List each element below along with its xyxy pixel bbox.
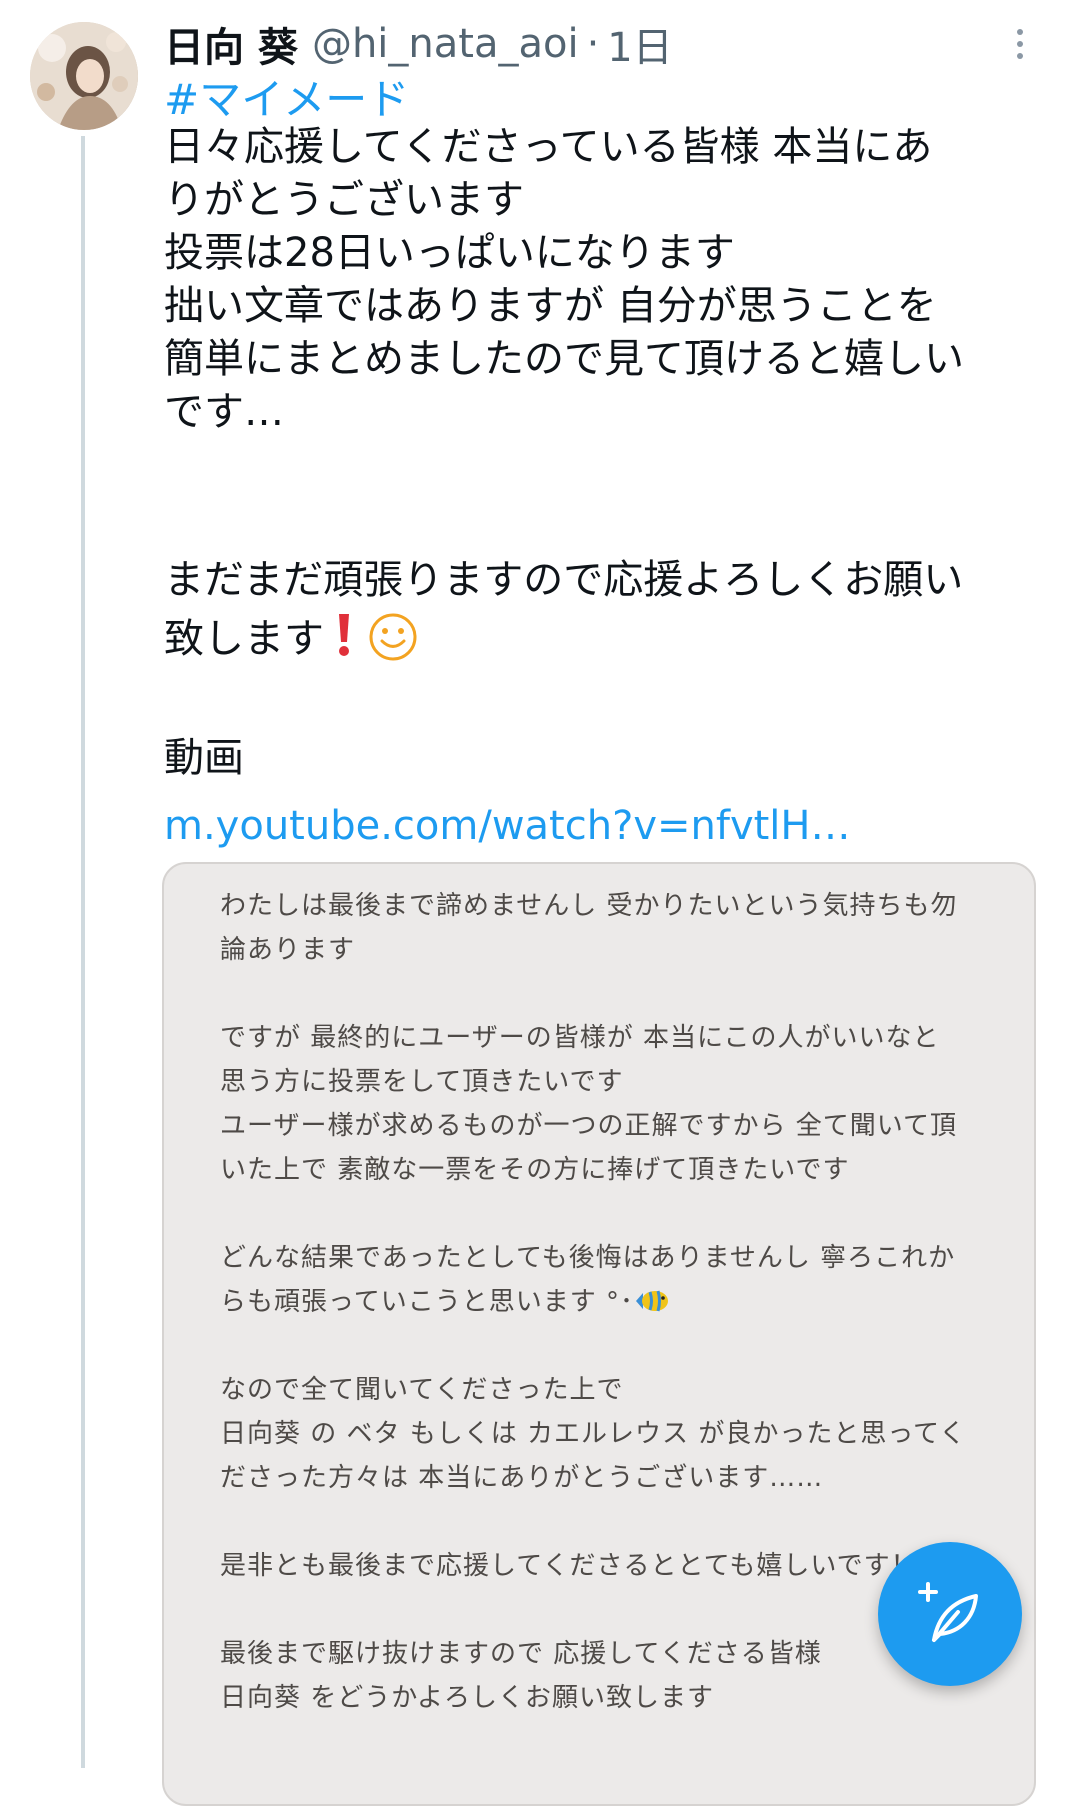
compose-tweet-button[interactable] [878, 1542, 1022, 1686]
image-text-line: 日向葵 の ベタ もしくは カエルレウス が良かったと思ってく [220, 1419, 967, 1449]
more-vertical-icon [1017, 29, 1023, 35]
avatar[interactable] [30, 22, 138, 130]
image-text-line: ださった方々は 本当にありがとうございます…… [220, 1463, 824, 1493]
image-text-fragment: らも頑張っていこうと思います °･ [220, 1287, 634, 1317]
tweet-text-line: りがとうございます [164, 177, 524, 223]
image-text-line: 是非とも最後まで応援してくださるととても嬉しいです！ [220, 1551, 918, 1581]
image-text-line: ユーザー様が求めるものが一つの正解ですから 全て聞いて頂 [220, 1111, 957, 1141]
tweet-text-line: 日々応援してくださっている皆様 本当にあ [164, 124, 933, 170]
more-options-button[interactable] [1000, 22, 1040, 66]
smiling-face-emoji-icon [369, 613, 417, 661]
image-text-line: いた上で 素敵な一票をその方に捧げて頂きたいです [220, 1155, 850, 1185]
more-vertical-icon-dot [1017, 41, 1023, 47]
more-vertical-icon-dot [1017, 53, 1023, 59]
tweet-timestamp[interactable]: 1日 [607, 15, 672, 73]
tweet-text-line: まだまだ頑張りますので応援よろしくお願い [164, 557, 964, 603]
tweet-text-line: 動画 [164, 735, 244, 781]
tweet-text-line: 簡単にまとめましたので見て頂けると嬉しい [164, 336, 964, 382]
image-text-line: 最後まで駆け抜けますので 応援してくださる皆様 [220, 1639, 822, 1669]
red-exclamation-emoji-icon [339, 614, 349, 656]
tweet-text-fragment: 致します [164, 616, 324, 662]
image-text-line: わたしは最後まで諦めませんし 受かりたいという気持ちも勿 [220, 891, 958, 921]
display-name[interactable]: 日向 葵 [164, 15, 298, 73]
image-text-line: 思う方に投票をして頂きたいです [220, 1067, 624, 1097]
user-handle[interactable]: @hi_nata_aoi [312, 21, 579, 67]
image-text-line: 論あります [220, 935, 356, 965]
tweet-text-line: です… [164, 389, 284, 435]
compose-tweet-icon [918, 1582, 978, 1642]
header-separator: · [586, 21, 600, 67]
image-text-line: なので全て聞いてくださった上で [220, 1375, 624, 1405]
tweet-text-line: 拙い文章ではありますが 自分が思うことを [164, 283, 937, 329]
image-text-line: どんな結果であったとしても後悔はありませんし 寧ろこれか [220, 1243, 956, 1273]
tweet-text-line-with-emoji: 致します [164, 609, 418, 669]
youtube-link[interactable]: m.youtube.com/watch?v=nfvtlH… [164, 796, 850, 856]
tropical-fish-emoji-icon [635, 1290, 668, 1312]
thread-connector-line [81, 136, 85, 1768]
avatar-image [30, 22, 138, 130]
image-text-line: 日向葵 をどうかよろしくお願い致します [220, 1683, 714, 1713]
tweet-header: 日向 葵 @hi_nata_aoi · 1日 [164, 14, 673, 74]
tweet-text-line: 投票は28日いっぱいになります [164, 230, 735, 276]
image-text-line: ですが 最終的にユーザーの皆様が 本当にこの人がいいなと [220, 1023, 940, 1053]
image-text-line-with-emoji: らも頑張っていこうと思います °･ [220, 1282, 672, 1322]
